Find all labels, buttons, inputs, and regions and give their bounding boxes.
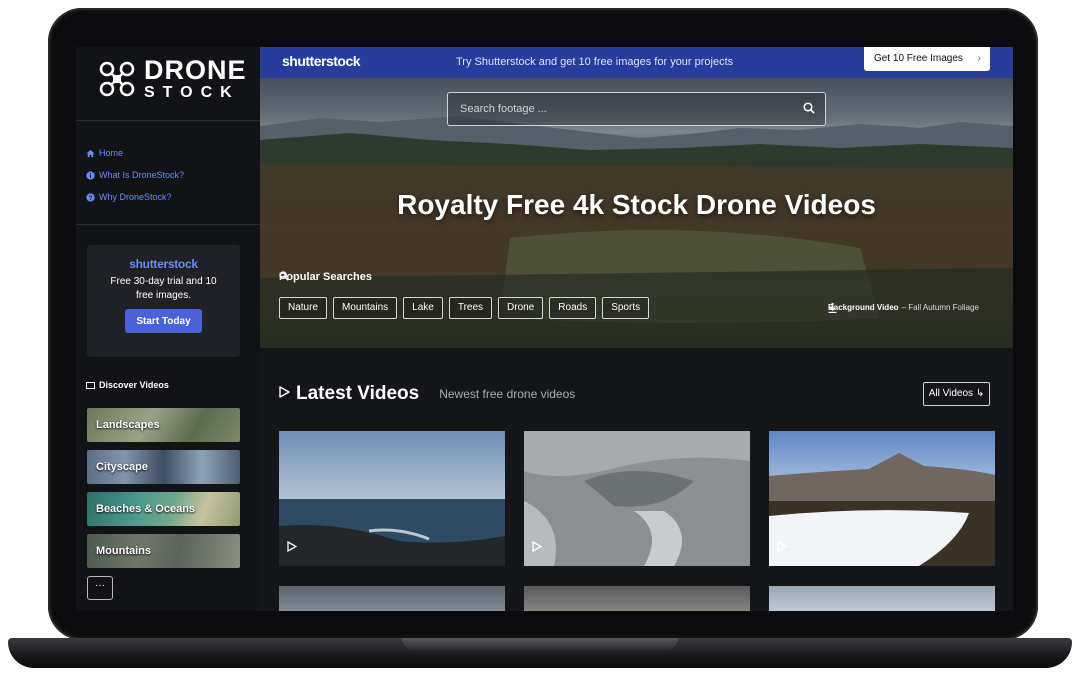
category-beaches-oceans[interactable]: Beaches & Oceans: [87, 492, 240, 526]
play-icon: [287, 539, 298, 557]
category-landscapes[interactable]: Landscapes: [87, 408, 240, 442]
thumbnail-image: [769, 431, 995, 566]
shutterstock-logo: shutterstock: [282, 53, 361, 69]
banner-message: Try Shutterstock and get 10 free images …: [456, 56, 734, 68]
sidebar-nav: Home What Is DroneStock? ? Why DroneStoc…: [86, 142, 184, 208]
search-input[interactable]: [447, 92, 826, 126]
film-icon: [86, 381, 95, 389]
category-label: Mountains: [96, 545, 151, 557]
more-button[interactable]: ···: [87, 576, 113, 600]
play-icon: [532, 539, 543, 557]
start-today-button[interactable]: Start Today: [125, 309, 202, 333]
section-title: Latest Videos: [296, 383, 420, 404]
tag-lake[interactable]: Lake: [403, 297, 443, 319]
video-thumbnail-snow[interactable]: [769, 586, 995, 611]
background-video-credit[interactable]: Background Video – Fall Autumn Foliage: [828, 303, 984, 313]
video-thumbnail-coast[interactable]: [279, 431, 505, 566]
nav-item-why[interactable]: ? Why DroneStock?: [86, 186, 184, 208]
tag-nature[interactable]: Nature: [279, 297, 328, 319]
sidebar-divider: [76, 120, 260, 121]
thumbnail-image: [524, 431, 750, 566]
category-label: Landscapes: [96, 419, 160, 431]
info-icon: [86, 170, 95, 180]
tag-mountains[interactable]: Mountains: [333, 297, 398, 319]
nav-item-home[interactable]: Home: [86, 142, 184, 164]
dronestock-logo[interactable]: DRONE STOCK: [98, 57, 248, 101]
nav-item-what-is[interactable]: What Is DroneStock?: [86, 164, 184, 186]
hero-section: Royalty Free 4k Stock Drone Videos Popul…: [260, 78, 1013, 348]
video-thumbnail-frozen-lake[interactable]: [769, 431, 995, 566]
drone-icon: [99, 61, 135, 97]
screen: DRONE STOCK Home What Is DroneStock? ? W…: [76, 47, 1013, 611]
promo-text: Free 30-day trial and 10 free images.: [110, 276, 217, 301]
tag-drone[interactable]: Drone: [498, 297, 544, 319]
video-thumbnail-forest[interactable]: [524, 586, 750, 611]
thumbnail-image: [279, 431, 505, 566]
shutterstock-promo-card: shutterstock Free 30-day trial and 10 fr…: [87, 245, 240, 357]
discover-videos-heading: Discover Videos: [86, 380, 169, 390]
section-subtitle: Newest free drone videos: [439, 387, 576, 401]
video-thumbnail-snowy-river[interactable]: [524, 431, 750, 566]
logo-wordmark-bottom: STOCK: [144, 84, 240, 101]
tag-trees[interactable]: Trees: [448, 297, 493, 319]
video-thumbnail-clouds[interactable]: [279, 586, 505, 611]
popular-search-tags: Nature Mountains Lake Trees Drone Roads …: [279, 297, 655, 319]
home-icon: [86, 149, 95, 158]
play-icon: [777, 539, 788, 557]
sidebar: DRONE STOCK Home What Is DroneStock? ? W…: [76, 47, 260, 611]
all-videos-button[interactable]: All Videos ↳: [923, 382, 990, 406]
popular-searches-label: Popular Searches: [279, 271, 372, 283]
sidebar-divider: [76, 224, 260, 225]
laptop-hinge: [402, 638, 678, 650]
shutterstock-logo: shutterstock: [129, 257, 198, 271]
tag-sports[interactable]: Sports: [602, 297, 650, 319]
svg-text:?: ?: [89, 194, 93, 201]
logo-wordmark-top: DRONE: [144, 55, 247, 85]
chevron-right-icon: ›: [977, 53, 981, 64]
nav-item-label: What Is DroneStock?: [99, 170, 185, 180]
play-outline-icon: [279, 385, 290, 403]
category-mountains[interactable]: Mountains: [87, 534, 240, 568]
nav-item-label: Why DroneStock?: [99, 192, 172, 202]
category-cityscape[interactable]: Cityscape: [87, 450, 240, 484]
latest-videos-header: Latest Videos Newest free drone videos: [279, 383, 575, 405]
tag-roads[interactable]: Roads: [549, 297, 597, 319]
hero-title: Royalty Free 4k Stock Drone Videos: [397, 189, 876, 220]
shutterstock-banner: shutterstock Try Shutterstock and get 10…: [260, 47, 1013, 78]
category-label: Beaches & Oceans: [96, 503, 196, 515]
main-content: shutterstock Try Shutterstock and get 10…: [260, 47, 1013, 611]
get-free-images-button[interactable]: Get 10 Free Images ›: [864, 47, 990, 71]
nav-item-label: Home: [99, 148, 124, 158]
category-label: Cityscape: [96, 461, 148, 473]
question-icon: ?: [86, 192, 95, 202]
